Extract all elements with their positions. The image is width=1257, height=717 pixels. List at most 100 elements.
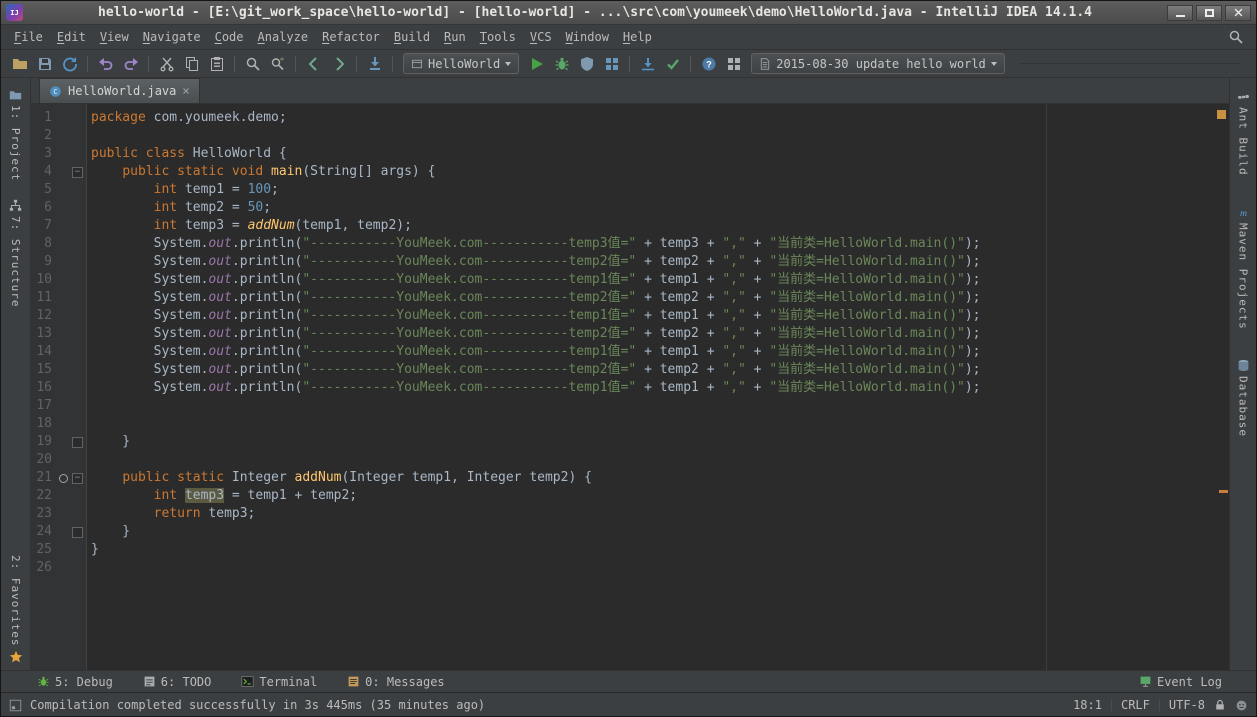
menu-view[interactable]: View	[93, 27, 136, 47]
update-project-icon[interactable]	[635, 52, 660, 76]
cut-icon[interactable]	[154, 52, 179, 76]
save-all-icon[interactable]	[32, 52, 57, 76]
code-line-2[interactable]: 2	[31, 127, 1215, 145]
menu-help[interactable]: Help	[616, 27, 659, 47]
code-line-8[interactable]: 8 System.out.println("-----------YouMeek…	[31, 235, 1215, 253]
fold-marker[interactable]	[69, 523, 87, 541]
code-line-15[interactable]: 15 System.out.println("-----------YouMee…	[31, 361, 1215, 379]
code-text[interactable]: System.out.println("-----------YouMeek.c…	[87, 325, 981, 343]
gutter-circle-icon[interactable]	[57, 469, 69, 487]
code-line-26[interactable]: 26	[31, 559, 1215, 577]
code-line-24[interactable]: 24 }	[31, 523, 1215, 541]
back-icon[interactable]	[301, 52, 326, 76]
code-line-10[interactable]: 10 System.out.println("-----------YouMee…	[31, 271, 1215, 289]
minimize-button[interactable]	[1167, 5, 1193, 21]
code-text[interactable]: int temp3 = temp1 + temp2;	[87, 487, 357, 505]
code-text[interactable]: int temp1 = 100;	[87, 181, 279, 199]
close-button[interactable]	[1225, 5, 1251, 21]
code-line-19[interactable]: 19 }	[31, 433, 1215, 451]
code-line-14[interactable]: 14 System.out.println("-----------YouMee…	[31, 343, 1215, 361]
editor[interactable]: 1package com.youmeek.demo;23public class…	[31, 104, 1229, 670]
find-icon[interactable]	[240, 52, 265, 76]
paste-icon[interactable]	[204, 52, 229, 76]
tab-close-icon[interactable]	[182, 87, 190, 95]
menu-run[interactable]: Run	[437, 27, 473, 47]
fold-marker[interactable]	[69, 469, 87, 487]
code-text[interactable]: System.out.println("-----------YouMeek.c…	[87, 253, 981, 271]
debug-icon[interactable]	[549, 52, 574, 76]
menu-file[interactable]: File	[7, 27, 50, 47]
tool-button-favorites[interactable]: 2: Favorites	[9, 555, 23, 664]
tool-button-ant-build[interactable]: Ant Build	[1237, 90, 1250, 176]
code-text[interactable]: int temp2 = 50;	[87, 199, 271, 217]
code-line-9[interactable]: 9 System.out.println("-----------YouMeek…	[31, 253, 1215, 271]
coverage-icon[interactable]	[574, 52, 599, 76]
menu-vcs[interactable]: VCS	[523, 27, 559, 47]
code-line-12[interactable]: 12 System.out.println("-----------YouMee…	[31, 307, 1215, 325]
tool-button-maven-projects[interactable]: m Maven Projects	[1237, 206, 1250, 330]
replace-icon[interactable]	[265, 52, 290, 76]
code-text[interactable]: int temp3 = addNum(temp1, temp2);	[87, 217, 412, 235]
tool-window-toggle-icon[interactable]	[9, 699, 22, 712]
menu-analyze[interactable]: Analyze	[251, 27, 316, 47]
code-line-13[interactable]: 13 System.out.println("-----------YouMee…	[31, 325, 1215, 343]
code-line-3[interactable]: 3public class HelloWorld {	[31, 145, 1215, 163]
code-text[interactable]: System.out.println("-----------YouMeek.c…	[87, 361, 981, 379]
code-text[interactable]: public static Integer addNum(Integer tem…	[87, 469, 592, 487]
tool-button-todo[interactable]: 6: TODO	[137, 675, 218, 689]
menu-code[interactable]: Code	[208, 27, 251, 47]
code-text[interactable]: public static void main(String[] args) {	[87, 163, 435, 181]
code-text[interactable]: package com.youmeek.demo;	[87, 109, 287, 127]
fold-marker[interactable]	[69, 433, 87, 451]
error-stripe-indicator[interactable]	[1217, 110, 1226, 119]
settings-icon[interactable]	[721, 52, 746, 76]
code-text[interactable]: System.out.println("-----------YouMeek.c…	[87, 289, 981, 307]
code-text[interactable]: }	[87, 433, 130, 451]
undo-icon[interactable]	[93, 52, 118, 76]
code-text[interactable]: System.out.println("-----------YouMeek.c…	[87, 271, 981, 289]
code-line-4[interactable]: 4 public static void main(String[] args)…	[31, 163, 1215, 181]
menu-build[interactable]: Build	[387, 27, 437, 47]
tool-button-messages[interactable]: 0: Messages	[341, 675, 450, 689]
line-separator-indicator[interactable]: CRLF	[1121, 698, 1150, 712]
tool-button-terminal[interactable]: Terminal	[235, 675, 323, 689]
lock-icon[interactable]	[1214, 699, 1226, 711]
code-text[interactable]	[87, 415, 91, 433]
code-text[interactable]	[87, 127, 91, 145]
code-line-16[interactable]: 16 System.out.println("-----------YouMee…	[31, 379, 1215, 397]
redo-icon[interactable]	[118, 52, 143, 76]
forward-icon[interactable]	[326, 52, 351, 76]
code-line-22[interactable]: 22 int temp3 = temp1 + temp2;	[31, 487, 1215, 505]
code-line-6[interactable]: 6 int temp2 = 50;	[31, 199, 1215, 217]
code-line-11[interactable]: 11 System.out.println("-----------YouMee…	[31, 289, 1215, 307]
search-icon[interactable]	[1223, 25, 1248, 49]
fold-marker[interactable]	[69, 163, 87, 181]
synchronize-icon[interactable]	[57, 52, 82, 76]
code-line-20[interactable]: 20	[31, 451, 1215, 469]
tool-button-project[interactable]: 1: Project	[9, 88, 22, 181]
vcs-message-select[interactable]: 2015-08-30 update hello world	[751, 53, 1005, 74]
code-line-25[interactable]: 25}	[31, 541, 1215, 559]
menu-tools[interactable]: Tools	[473, 27, 523, 47]
code-line-21[interactable]: 21 public static Integer addNum(Integer …	[31, 469, 1215, 487]
code-text[interactable]	[87, 397, 91, 415]
code-line-23[interactable]: 23 return temp3;	[31, 505, 1215, 523]
code-text[interactable]: System.out.println("-----------YouMeek.c…	[87, 379, 981, 397]
code-text[interactable]	[87, 451, 91, 469]
copy-icon[interactable]	[179, 52, 204, 76]
maximize-button[interactable]	[1196, 5, 1222, 21]
menu-window[interactable]: Window	[559, 27, 616, 47]
menu-refactor[interactable]: Refactor	[315, 27, 387, 47]
scrollbar-warning-mark[interactable]	[1219, 490, 1228, 493]
tool-button-debug[interactable]: 5: Debug	[31, 675, 119, 689]
code-text[interactable]: System.out.println("-----------YouMeek.c…	[87, 235, 981, 253]
open-icon[interactable]	[7, 52, 32, 76]
code-line-1[interactable]: 1package com.youmeek.demo;	[31, 109, 1215, 127]
tool-button-database[interactable]: Database	[1237, 359, 1250, 437]
code-line-17[interactable]: 17	[31, 397, 1215, 415]
code-text[interactable]: System.out.println("-----------YouMeek.c…	[87, 343, 981, 361]
edit-config-icon[interactable]	[599, 52, 624, 76]
code-text[interactable]: }	[87, 541, 99, 559]
code-line-5[interactable]: 5 int temp1 = 100;	[31, 181, 1215, 199]
code-line-7[interactable]: 7 int temp3 = addNum(temp1, temp2);	[31, 217, 1215, 235]
